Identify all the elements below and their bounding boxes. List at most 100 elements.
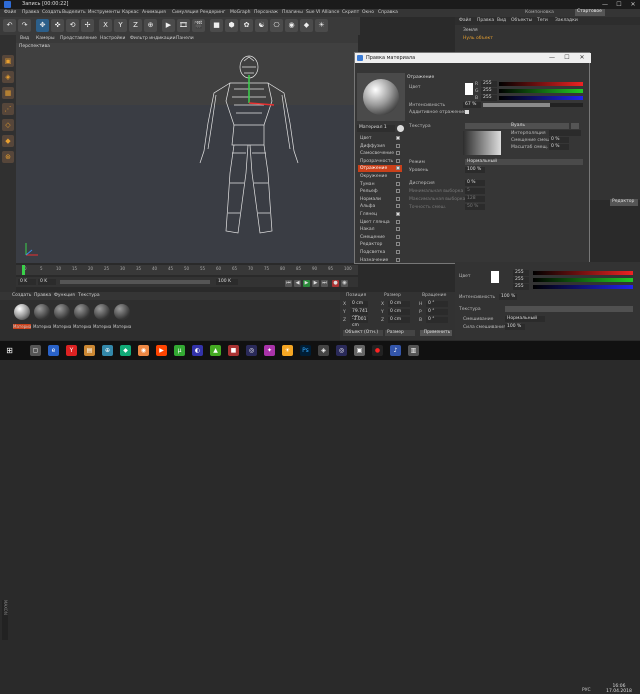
menu-create[interactable]: Создать [42,10,61,15]
coord-value-field[interactable]: -3.001 cm [350,317,368,328]
mat-menu-function[interactable]: Функция [54,293,75,298]
attr-g-value[interactable]: 255 [513,277,529,283]
coord-value-field[interactable]: 0 cm [388,317,410,323]
brightness-slider[interactable] [483,103,583,107]
coord-value-field[interactable]: 0 ° [426,301,448,307]
channel-checkbox[interactable] [396,227,400,232]
minimize-button[interactable]: — [598,0,612,9]
channel-item[interactable]: Цвет глянца [358,219,402,226]
coord-value-field[interactable]: 0 cm [350,301,368,307]
end-frame-field[interactable]: 100 K [216,279,238,285]
channel-checkbox[interactable] [396,212,400,216]
app-icon-11[interactable]: ▲ [210,345,221,356]
channel-checkbox[interactable] [396,242,400,247]
coord-value-field[interactable]: 0 ° [426,317,448,323]
material-preview[interactable] [357,73,405,121]
attr-texture-button[interactable] [505,306,633,312]
play-icon[interactable]: ▶ [303,280,310,287]
app-icon-12[interactable]: ■ [228,345,239,356]
level-value[interactable]: 100 % [465,167,485,173]
app-icon-19[interactable]: ▣ [354,345,365,356]
make-editable-icon[interactable]: ▣ [2,55,14,67]
explorer-icon[interactable]: ▤ [84,345,95,356]
next-key-icon[interactable]: ▶ [312,280,319,287]
channel-checkbox[interactable] [396,136,400,140]
maximize-button[interactable]: ☐ [612,0,626,9]
z-axis-icon[interactable]: Z [129,19,142,32]
x-axis-icon[interactable]: X [99,19,112,32]
light-icon[interactable]: ☀ [315,19,328,32]
vp-menu-cameras[interactable]: Камеры [36,36,55,41]
photoshop-icon[interactable]: Ps [300,345,311,356]
attr-color-swatch[interactable] [491,271,499,283]
material-thumbnail[interactable] [94,304,110,320]
timeline-ruler[interactable]: 0 5 10 15 20 25 30 35 40 45 50 55 60 65 70 75 80 85 90 95 10… [16,265,358,275]
object-null[interactable]: Нуль объект [463,36,493,41]
om-menu-edit[interactable]: Правка [477,18,494,23]
menu-mesh[interactable]: Каркас [122,10,139,15]
dialog-maximize-button[interactable]: ☐ [560,53,574,63]
material-name-field[interactable]: Материал 1 [357,125,395,132]
snap-icon[interactable]: ⊛ [2,151,14,163]
subdivision-icon[interactable]: ✿ [240,19,253,32]
dialog-minimize-button[interactable]: — [545,53,559,63]
autokey-icon[interactable]: ◉ [341,280,348,287]
attr-blend-value[interactable]: 100 % [505,324,525,330]
cinema4d-icon[interactable]: ◎ [246,345,257,356]
attr-b-value[interactable]: 255 [513,284,529,290]
render-view-icon[interactable]: ▶ [162,19,175,32]
menu-select[interactable]: Выделить [62,10,86,15]
menu-edit[interactable]: Правка [22,10,39,15]
menu-file[interactable]: Файл [4,10,16,15]
texture-mode-icon[interactable]: ▦ [2,87,14,99]
channel-item[interactable]: Нормали [358,196,402,203]
om-menu-objects[interactable]: Объекты [511,18,532,23]
menu-mograph[interactable]: MoGraph [230,10,250,15]
dialog-close-button[interactable]: ✕ [575,53,589,63]
channel-item[interactable]: Назначение [358,257,402,264]
b-slider[interactable] [499,96,583,100]
cube-icon[interactable]: ■ [210,19,223,32]
b-value[interactable]: 255 [481,95,497,101]
channel-checkbox[interactable] [396,189,400,194]
current-frame-field[interactable]: 0 K [38,279,56,285]
vp-menu-display[interactable]: Представление [60,36,97,41]
channel-item[interactable]: Накал [358,226,402,233]
material-thumbnail[interactable] [34,304,50,320]
coord-value-field[interactable]: 0 ° [426,309,448,315]
g-slider[interactable] [499,89,583,93]
prev-key-icon[interactable]: ◀ [294,280,301,287]
om-menu-view[interactable]: Вид [497,18,506,23]
channel-item[interactable]: Прозрачность [358,158,402,165]
app-icon-14[interactable]: ✦ [264,345,275,356]
clock[interactable]: 16:06 17.04.2018 [600,684,638,694]
channel-checkbox[interactable] [396,196,400,201]
vp-menu-view[interactable]: Вид [20,36,29,41]
vp-menu-panels[interactable]: Панели [176,36,194,41]
additive-checkbox[interactable] [465,110,469,114]
mat-menu-texture[interactable]: Текстура [78,293,100,298]
texture-button[interactable]: Вуаль [465,123,569,129]
coord-mode-select[interactable]: Объект (Отн.) [343,330,383,336]
recorder-icon[interactable]: ● [372,345,383,356]
cinema4d-alt-icon[interactable]: ◎ [336,345,347,356]
edges-mode-icon[interactable]: ◇ [2,119,14,131]
om-menu-tags[interactable]: Теги [537,18,548,23]
mat-menu-create[interactable]: Создать [12,293,31,298]
channel-checkbox[interactable] [396,143,400,148]
accuracy-value[interactable]: 50 % [465,204,485,210]
move-icon[interactable]: ✜ [51,19,64,32]
offset-value[interactable]: 0 % [549,137,569,143]
mode-select[interactable]: Нормальный [465,159,583,165]
store-icon[interactable]: ⊕ [102,345,113,356]
channel-item[interactable]: Окружение [358,173,402,180]
start-icon[interactable]: ⊞ [4,345,15,356]
channel-item[interactable]: Самосвечение [358,150,402,157]
channel-item[interactable]: Подсветка [358,249,402,256]
language-indicator[interactable]: РУС [582,688,591,693]
r-slider[interactable] [499,82,583,86]
wireframe-character[interactable] [194,53,304,243]
channel-item[interactable]: Смещение [358,234,402,241]
material-thumbnail[interactable] [114,304,130,320]
attr-b-slider[interactable] [533,285,633,289]
